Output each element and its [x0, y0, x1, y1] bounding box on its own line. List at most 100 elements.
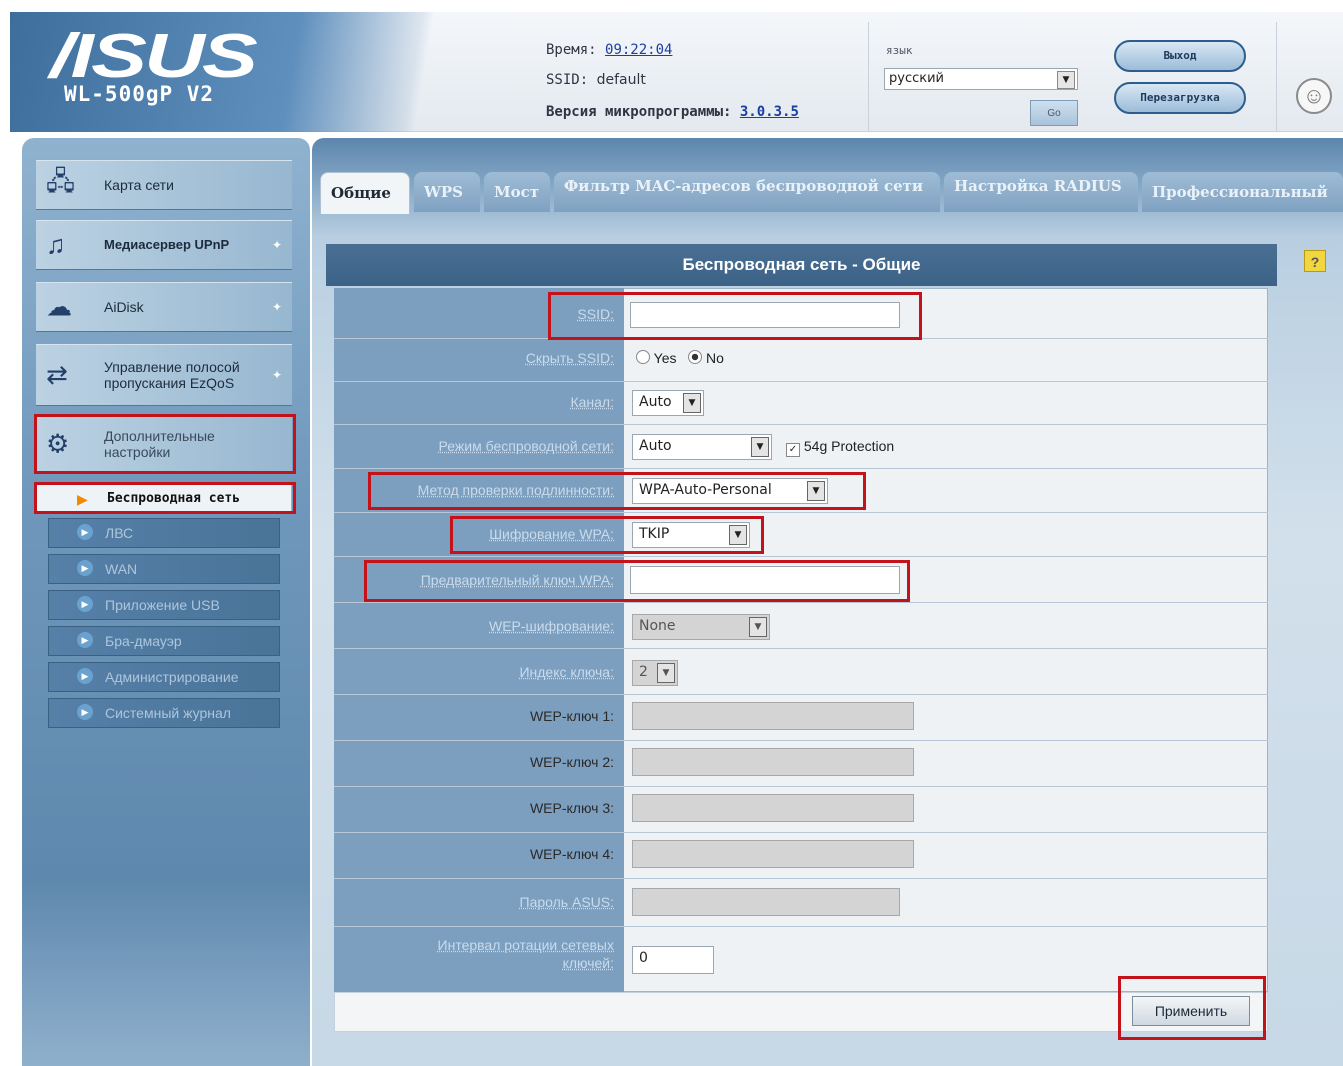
language-value: русский	[889, 71, 944, 86]
firmware-link[interactable]: 3.0.3.5	[740, 104, 799, 120]
header-divider	[1276, 22, 1277, 132]
sidebar-item-label: Медиасервер UPnP	[104, 237, 230, 252]
row-divider	[334, 556, 1268, 557]
tab-general[interactable]: Общие	[320, 172, 410, 214]
wep-key1-input[interactable]	[632, 702, 914, 730]
wep-key4-input[interactable]	[632, 840, 914, 868]
sidebar-subitem-label: Системный журнал	[105, 705, 231, 721]
tab-wps[interactable]: WPS	[414, 172, 480, 212]
reboot-button[interactable]: Перезагрузка	[1114, 82, 1246, 114]
row-divider	[334, 694, 1268, 695]
arrow-right-icon: ▶	[77, 704, 93, 720]
time-label: Время:	[546, 42, 597, 58]
sidebar-subitem-label: ЛВС	[105, 525, 134, 541]
language-go-button[interactable]: Go	[1030, 100, 1078, 126]
network-map-icon: 🖧	[46, 166, 75, 196]
tab-professional[interactable]: Профессиональный	[1142, 172, 1343, 212]
asus-password-input[interactable]	[632, 888, 900, 916]
protection-label: 54g Protection	[803, 438, 895, 454]
wep-key1-label: WEP-ключ 1:	[529, 708, 614, 724]
wep-encryption-value: None	[639, 618, 676, 634]
sidebar-subitem-syslog[interactable]: ▶ Системный журнал	[48, 698, 280, 728]
chevron-down-icon[interactable]: ▼	[751, 437, 769, 457]
channel-select[interactable]: Auto ▼	[632, 390, 704, 416]
sidebar-subitem-label: Бра-дмауэр	[105, 633, 182, 649]
row-divider	[334, 648, 1268, 649]
arrow-right-icon: ▶	[77, 560, 93, 576]
tab-radius[interactable]: Настройка RADIUS	[944, 172, 1138, 212]
rotation-interval-label: Интервал ротации сетевых ключей:	[437, 937, 614, 971]
firmware-row: Версия микропрограммы: 3.0.3.5	[546, 104, 799, 120]
key-index-value: 2	[639, 664, 648, 680]
sidebar-item-ezqos[interactable]: ⇄ Управление полосой пропускания EzQoS ✦	[36, 344, 292, 406]
chevron-down-icon[interactable]: ▼	[683, 393, 701, 413]
highlight-box	[450, 516, 764, 554]
media-server-icon: ♫	[46, 229, 66, 260]
ssid-header-value: default	[596, 72, 646, 88]
key-index-select[interactable]: 2 ▼	[632, 660, 678, 686]
arrow-right-icon: ▶	[77, 668, 93, 684]
help-icon[interactable]: ?	[1304, 250, 1326, 272]
sidebar-subitem-admin[interactable]: ▶ Администрирование	[48, 662, 280, 692]
radio-no[interactable]	[688, 350, 703, 364]
panel-title: Беспроводная сеть - Общие	[326, 244, 1277, 286]
language-label: язык	[886, 44, 913, 57]
tab-bridge[interactable]: Мост	[484, 172, 550, 212]
highlight-box	[1118, 976, 1266, 1040]
hide-ssid-label: Скрыть SSID:	[525, 350, 614, 366]
help-face-icon[interactable]: ☺	[1296, 78, 1332, 114]
wep-key2-input[interactable]	[632, 748, 914, 776]
sidebar-subitem-wan[interactable]: ▶ WAN	[48, 554, 280, 584]
logout-button[interactable]: Выход	[1114, 40, 1246, 72]
row-divider	[334, 926, 1268, 927]
highlight-box	[34, 482, 296, 514]
sidebar-item-media-server[interactable]: ♫ Медиасервер UPnP ✦	[36, 220, 292, 270]
row-divider	[334, 740, 1268, 741]
wep-encryption-select[interactable]: None ▼	[632, 614, 770, 640]
chevron-down-icon[interactable]: ▼	[1057, 71, 1075, 89]
sidebar-subitem-usb[interactable]: ▶ Приложение USB	[48, 590, 280, 620]
aidisk-icon: ☁	[46, 291, 72, 322]
channel-value: Auto	[639, 394, 672, 410]
chevron-down-icon[interactable]: ▼	[657, 663, 675, 683]
radio-yes[interactable]	[636, 350, 650, 364]
sidebar-item-label: AiDisk	[104, 299, 144, 315]
time-link[interactable]: 09:22:04	[605, 42, 672, 58]
qos-icon: ⇄	[46, 359, 68, 390]
chevron-down-icon[interactable]: ▼	[749, 617, 767, 637]
rotation-interval-input[interactable]: 0	[632, 946, 714, 974]
asus-logo: /ISUS	[50, 22, 258, 91]
wireless-mode-select[interactable]: Auto ▼	[632, 434, 772, 460]
sparkle-icon: ✦	[271, 300, 282, 314]
highlight-box	[364, 560, 910, 602]
language-select[interactable]: русский ▼	[884, 68, 1078, 90]
row-divider	[334, 878, 1268, 879]
sidebar-subitem-lan[interactable]: ▶ ЛВС	[48, 518, 280, 548]
wep-encryption-label: WEP-шифрование:	[489, 618, 614, 634]
radio-no-label: No	[706, 350, 724, 366]
radio-yes-label: Yes	[653, 350, 677, 366]
arrow-right-icon: ▶	[77, 524, 93, 540]
protection-option: ✓ 54g Protection	[786, 438, 894, 457]
wep-key4-label: WEP-ключ 4:	[529, 846, 614, 862]
highlight-box	[368, 472, 866, 510]
firmware-label: Версия микропрограммы:	[546, 104, 732, 120]
sidebar-subitem-label: Приложение USB	[105, 597, 220, 613]
protection-checkbox[interactable]: ✓	[786, 443, 800, 457]
model-name: WL-500gP V2	[64, 82, 215, 106]
ssid-header-label: SSID:	[546, 72, 589, 88]
wireless-mode-label: Режим беспроводной сети:	[438, 438, 614, 454]
highlight-box	[34, 414, 296, 474]
sidebar-subitem-firewall[interactable]: ▶ Бра-дмауэр	[48, 626, 280, 656]
sidebar-subitem-label: WAN	[105, 561, 138, 577]
highlight-box	[548, 292, 922, 340]
wireless-mode-value: Auto	[639, 438, 672, 454]
row-divider	[334, 786, 1268, 787]
wep-key3-input[interactable]	[632, 794, 914, 822]
row-divider	[334, 832, 1268, 833]
sidebar-item-aidisk[interactable]: ☁ AiDisk ✦	[36, 282, 292, 332]
row-divider	[334, 381, 1268, 382]
sidebar-subitem-label: Администрирование	[105, 669, 239, 685]
sidebar-item-network-map[interactable]: 🖧 Карта сети	[36, 160, 292, 210]
tab-mac-filter[interactable]: Фильтр MAC-адресов беспроводной сети	[554, 172, 940, 212]
